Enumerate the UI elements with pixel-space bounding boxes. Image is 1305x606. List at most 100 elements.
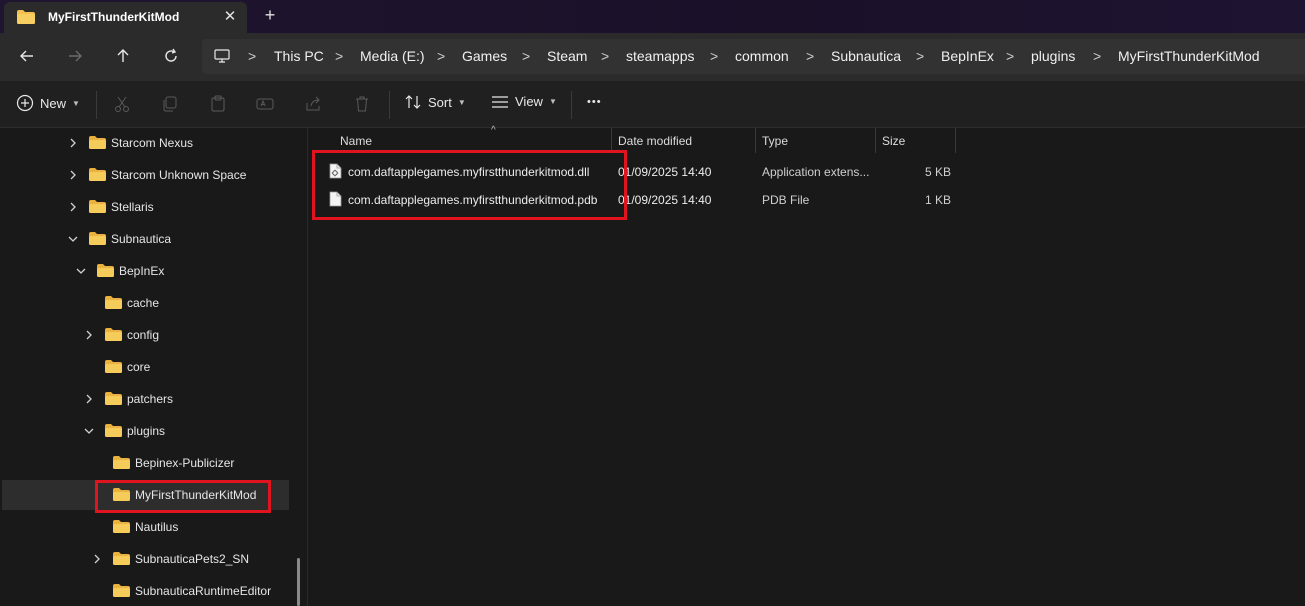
scrollbar-thumb[interactable] [297, 558, 300, 606]
breadcrumb-steam[interactable]: Steam [547, 48, 587, 64]
breadcrumb-separator[interactable]: > [248, 48, 256, 64]
sort-button[interactable]: Sort ▼ [404, 94, 466, 110]
chevron-right-icon[interactable] [66, 199, 80, 215]
column-header-date[interactable]: Date modified [611, 128, 755, 153]
folder-icon [105, 360, 122, 373]
address-bar[interactable]: > This PC > Media (E:) > Games > Steam >… [202, 39, 1305, 74]
tree-item[interactable]: core [2, 352, 289, 382]
chevron-down-icon[interactable] [74, 263, 88, 279]
tree-item[interactable]: Bepinex-Publicizer [2, 448, 289, 478]
paste-icon[interactable] [209, 95, 229, 115]
new-tab-button[interactable]: + [260, 5, 280, 25]
folder-icon [105, 328, 122, 341]
breadcrumb-plugins[interactable]: plugins [1031, 48, 1075, 64]
command-bar: New ▼ Sort ▼ View ▼ ••• [0, 81, 1305, 128]
tree-item[interactable]: SubnauticaRuntimeEditor [2, 576, 289, 606]
column-divider[interactable] [955, 128, 956, 153]
sort-icon [405, 95, 421, 109]
tree-item[interactable]: Starcom Unknown Space [2, 160, 289, 190]
back-button[interactable] [15, 44, 39, 68]
breadcrumb-media[interactable]: Media (E:) [360, 48, 425, 64]
tree-item-label: Starcom Nexus [111, 136, 194, 150]
chevron-right-icon[interactable] [66, 135, 80, 151]
view-button[interactable]: View ▼ [491, 94, 557, 109]
tree-item[interactable]: Nautilus [2, 512, 289, 542]
tree-item[interactable]: Starcom Nexus [2, 128, 289, 158]
tree-item[interactable]: config [2, 320, 289, 350]
forward-button[interactable] [63, 44, 87, 68]
folder-icon [97, 264, 114, 277]
chevron-right-icon[interactable] [82, 327, 96, 343]
arrow-left-icon [20, 50, 33, 62]
file-list: Name ^ Date modified Type Size com.dafta… [309, 125, 1305, 606]
tree-item-label: SubnauticaRuntimeEditor [135, 584, 272, 598]
breadcrumb-separator[interactable]: > [1006, 48, 1014, 64]
title-bar: MyFirstThunderKitMod ✕ + [0, 0, 1305, 33]
tree-item[interactable]: cache [2, 288, 289, 318]
folder-icon [89, 168, 106, 181]
breadcrumb-separator[interactable]: > [437, 48, 445, 64]
folder-icon [113, 552, 130, 565]
divider [571, 91, 572, 119]
share-icon[interactable] [305, 95, 325, 115]
file-date: 01/09/2025 14:40 [618, 165, 712, 179]
tab-active[interactable]: MyFirstThunderKitMod ✕ [4, 2, 247, 33]
tree-item[interactable]: BepInEx [2, 256, 289, 286]
more-options-button[interactable]: ••• [587, 96, 602, 108]
tree-item-label: Stellaris [111, 200, 154, 214]
chevron-down-icon[interactable] [82, 423, 96, 439]
tab-title: MyFirstThunderKitMod [48, 10, 180, 24]
breadcrumb-this-pc[interactable]: This PC [274, 48, 324, 64]
tree-item-label: Nautilus [135, 520, 179, 534]
close-tab-button[interactable]: ✕ [220, 7, 240, 27]
new-label: New [40, 95, 67, 111]
breadcrumb-separator[interactable]: > [916, 48, 924, 64]
folder-icon [89, 200, 106, 213]
column-header-type[interactable]: Type [755, 128, 875, 153]
breadcrumb-separator[interactable]: > [335, 48, 343, 64]
tree-item[interactable]: Subnautica [2, 224, 289, 254]
chevron-right-icon[interactable] [90, 551, 104, 567]
breadcrumb-current-folder[interactable]: MyFirstThunderKitMod [1118, 48, 1260, 64]
breadcrumb-separator[interactable]: > [710, 48, 718, 64]
folder-icon [105, 424, 122, 437]
breadcrumb-separator[interactable]: > [522, 48, 530, 64]
folder-icon [113, 456, 130, 469]
chevron-down-icon[interactable] [66, 231, 80, 247]
breadcrumb-separator[interactable]: > [1093, 48, 1101, 64]
refresh-button[interactable] [159, 44, 183, 68]
folder-icon [105, 296, 122, 309]
column-label: Type [762, 134, 789, 148]
tree-item-label: patchers [127, 392, 174, 406]
copy-icon[interactable] [161, 95, 181, 115]
tree-item-label: core [127, 360, 151, 374]
tree-item[interactable]: patchers [2, 384, 289, 414]
chevron-down-icon: ▼ [548, 97, 557, 106]
up-button[interactable] [111, 44, 135, 68]
breadcrumb-subnautica[interactable]: Subnautica [831, 48, 901, 64]
breadcrumb-separator[interactable]: > [806, 48, 814, 64]
delete-icon[interactable] [353, 95, 373, 115]
new-button[interactable]: New ▼ [16, 94, 80, 112]
rename-icon[interactable] [256, 95, 276, 115]
breadcrumb-bepinex[interactable]: BepInEx [941, 48, 994, 64]
cut-icon[interactable] [113, 95, 133, 115]
chevron-down-icon: ▼ [457, 97, 466, 107]
column-label: Size [882, 134, 906, 148]
tree-item-label: SubnauticaPets2_SN [135, 552, 250, 566]
breadcrumb-games[interactable]: Games [462, 48, 507, 64]
breadcrumb-steamapps[interactable]: steamapps [626, 48, 694, 64]
arrow-right-icon [69, 50, 82, 62]
breadcrumb-separator[interactable]: > [601, 48, 609, 64]
breadcrumb-common[interactable]: common [735, 48, 789, 64]
tree-item[interactable]: SubnauticaPets2_SN [2, 544, 289, 574]
monitor-icon [214, 49, 230, 66]
chevron-right-icon[interactable] [66, 167, 80, 183]
column-header-size[interactable]: Size [875, 128, 955, 153]
navigation-bar: > This PC > Media (E:) > Games > Steam >… [0, 33, 1305, 81]
tree-item[interactable]: Stellaris [2, 192, 289, 222]
tree-item[interactable]: plugins [2, 416, 289, 446]
file-type: Application extens... [762, 165, 870, 179]
chevron-right-icon[interactable] [82, 391, 96, 407]
highlight-box [312, 150, 627, 220]
